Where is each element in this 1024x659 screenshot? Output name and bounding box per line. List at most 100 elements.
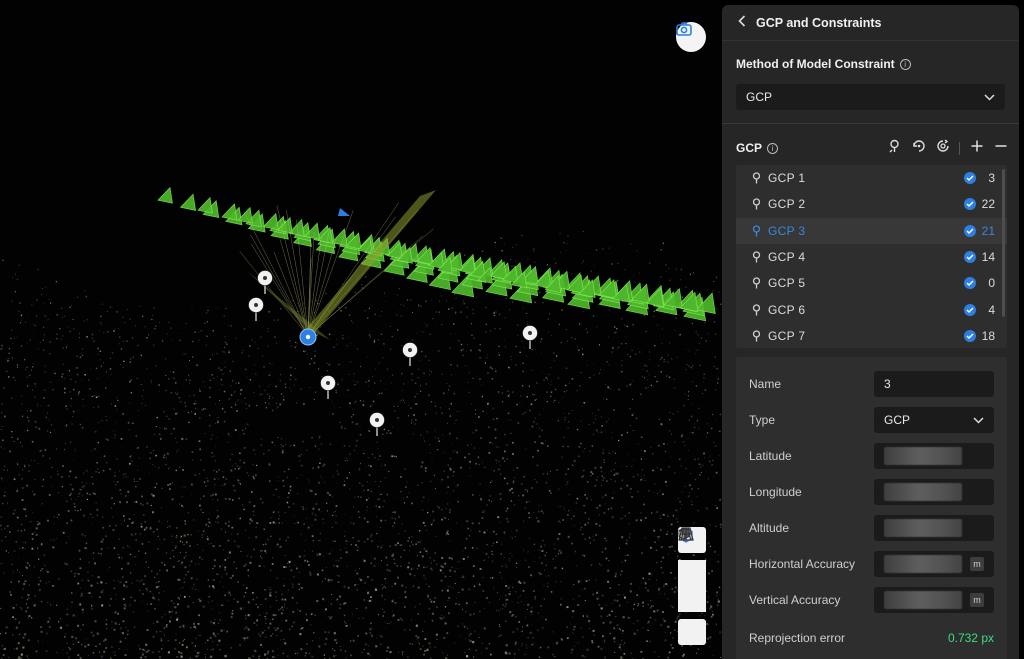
target-sync-icon — [936, 138, 950, 158]
check-circle-icon — [964, 303, 976, 316]
gcp-marker-icon[interactable] — [402, 342, 418, 367]
plus-icon — [971, 139, 983, 157]
latitude-row: Latitude — [749, 443, 994, 469]
name-value: 3 — [884, 377, 891, 391]
gcp-name: GCP 1 — [768, 171, 806, 186]
chevron-down-icon — [984, 90, 995, 104]
import-gcp-button[interactable] — [887, 139, 902, 158]
gcp-list-item[interactable]: GCP 3 21 — [736, 217, 1007, 244]
camera-positions — [157, 186, 716, 322]
gcp-pin-icon — [750, 330, 762, 342]
gcp-list-item[interactable]: GCP 7 18 — [736, 323, 1007, 348]
vertical-accuracy-input[interactable]: m — [874, 587, 994, 613]
check-circle-icon — [964, 224, 976, 237]
grid-view-button[interactable] — [678, 527, 706, 645]
point-cloud-scene[interactable] — [0, 0, 722, 659]
gcp-name: GCP 2 — [768, 197, 806, 212]
cube-view-group — [678, 527, 706, 612]
gcp-image-count: 22 — [981, 197, 995, 212]
longitude-label: Longitude — [749, 485, 802, 499]
side-view-button[interactable] — [678, 527, 706, 612]
point-cloud-viewport[interactable] — [0, 0, 722, 659]
back-chevron-icon[interactable] — [738, 14, 746, 32]
gcp-pin-icon — [750, 277, 762, 289]
gcp-image-count: 0 — [988, 276, 995, 291]
gcp-list-item[interactable]: GCP 4 14 — [736, 244, 1007, 270]
gcp-marker-icon[interactable] — [248, 297, 264, 322]
gcp-pin-icon — [750, 303, 762, 316]
horizontal-accuracy-row: Horizontal Accuracy m — [749, 551, 994, 577]
type-row: Type GCP — [749, 407, 994, 433]
gcp-list-item[interactable]: GCP 5 0 — [736, 270, 1007, 296]
panel-title: GCP and Constraints — [756, 15, 882, 30]
gcp-header: GCP i — [736, 138, 1008, 158]
gcp-pin-icon — [750, 172, 762, 184]
gcp-name: GCP 7 — [768, 328, 806, 343]
check-circle-icon — [964, 172, 976, 185]
view-toolbar — [678, 527, 706, 652]
check-circle-icon — [964, 198, 976, 211]
gcp-list-scrollbar[interactable] — [1002, 169, 1005, 317]
pin-link-icon — [888, 139, 901, 158]
active-camera-marker — [338, 208, 350, 216]
gcp-marker-icon[interactable] — [369, 412, 385, 437]
info-icon[interactable]: i — [899, 58, 911, 70]
gcp-name: GCP 3 — [768, 223, 806, 238]
gcp-panel: GCP and Constraints Method of Model Cons… — [722, 5, 1019, 659]
actions-separator — [959, 141, 960, 155]
gcp-label-text: GCP — [736, 141, 763, 155]
gcp-image-count: 3 — [988, 171, 995, 186]
gcp-properties: Name 3 Type GCP Latitude Longitude Altit… — [736, 357, 1007, 659]
method-label-text: Method of Model Constraint — [736, 57, 895, 71]
minus-icon — [995, 139, 1007, 157]
gcp-list-item[interactable]: GCP 6 4 — [736, 296, 1007, 322]
redacted-value — [884, 483, 962, 501]
screenshot-button[interactable] — [676, 22, 706, 52]
gcp-list-item[interactable]: GCP 2 22 — [736, 191, 1007, 217]
gcp-marker-icon[interactable] — [522, 325, 538, 350]
refresh-gcp-button[interactable] — [911, 139, 926, 156]
redacted-value — [884, 555, 962, 573]
latitude-label: Latitude — [749, 449, 792, 463]
type-label: Type — [749, 413, 776, 427]
gcp-image-count: 14 — [981, 250, 995, 265]
gcp-marker-icon[interactable] — [320, 375, 336, 400]
remove-gcp-button[interactable] — [993, 141, 1008, 156]
altitude-input[interactable] — [874, 515, 994, 541]
horizontal-accuracy-input[interactable]: m — [874, 551, 994, 577]
gcp-pin-icon — [750, 198, 762, 210]
reprojection-row: Reprojection error 0.732 px — [749, 625, 994, 651]
gcp-actions — [887, 138, 1008, 158]
add-gcp-button[interactable] — [969, 139, 984, 157]
auto-mark-button[interactable] — [935, 138, 950, 158]
vertical-accuracy-label: Vertical Accuracy — [749, 593, 841, 607]
longitude-input[interactable] — [874, 479, 994, 505]
top-view-button[interactable] — [678, 527, 706, 586]
gcp-list[interactable]: GCP 1 3 GCP 2 22 GCP 3 21 GCP 4 14 GCP 5 0 GCP 64G… — [736, 165, 1007, 348]
gcp-pin-icon — [750, 251, 762, 263]
divider — [722, 123, 1019, 124]
info-icon[interactable]: i — [767, 142, 779, 154]
check-circle-icon — [964, 277, 976, 290]
gcp-name: GCP 4 — [768, 250, 806, 265]
gcp-list-item[interactable]: GCP 1 3 — [736, 165, 1007, 191]
gcp-name: GCP 5 — [768, 276, 806, 291]
name-input[interactable]: 3 — [874, 371, 994, 397]
name-label: Name — [749, 377, 782, 391]
redacted-value — [884, 447, 962, 465]
gcp-image-count: 4 — [988, 302, 995, 317]
type-select[interactable]: GCP — [874, 407, 994, 433]
panel-header: GCP and Constraints — [722, 5, 1019, 41]
chevron-down-icon — [973, 413, 984, 427]
horizontal-accuracy-label: Horizontal Accuracy — [749, 557, 856, 571]
check-circle-icon — [964, 329, 976, 342]
redacted-value — [884, 591, 962, 609]
unit-badge: m — [970, 557, 984, 571]
latitude-input[interactable] — [874, 443, 994, 469]
gcp-label: GCP i — [736, 141, 779, 155]
gcp-image-count: 18 — [981, 328, 995, 343]
gcp-image-count: 21 — [981, 223, 995, 238]
method-select-value: GCP — [746, 90, 773, 104]
selected-gcp-marker-icon[interactable] — [299, 328, 317, 346]
method-select[interactable]: GCP — [736, 84, 1005, 110]
